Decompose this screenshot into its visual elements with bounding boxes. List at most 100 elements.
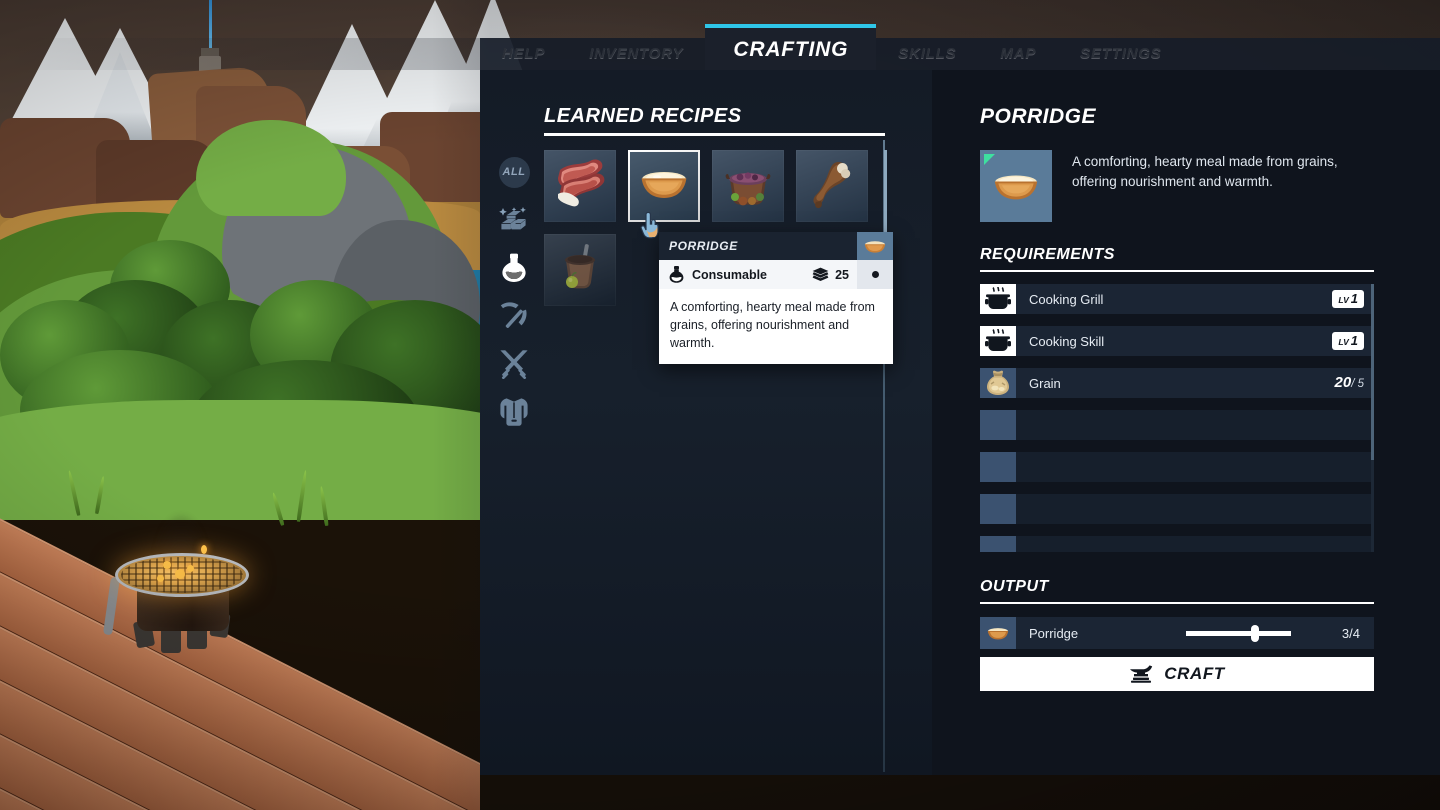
tab-inventory[interactable]: INVENTORY (567, 38, 705, 70)
requirement-value: LV 1 (1332, 332, 1374, 350)
tab-skills[interactable]: SKILLS (876, 38, 978, 70)
all-badge-icon: ALL (498, 156, 530, 188)
output-quantity-label: 3/4 (1341, 625, 1360, 641)
porridge-bowl-icon (636, 167, 692, 206)
requirement-icon-empty (980, 452, 1016, 482)
learned-recipes-rule (544, 133, 885, 136)
level-value: 1 (1350, 333, 1358, 348)
requirement-row (980, 410, 1374, 440)
category-pickaxe[interactable] (496, 292, 532, 340)
cooking-pot-icon (980, 284, 1016, 314)
tooltip-thumbnail (857, 232, 893, 260)
amount-have: 20 (1334, 374, 1352, 391)
bacon-icon (552, 158, 608, 215)
recipe-slot[interactable] (712, 150, 784, 222)
requirement-row (980, 452, 1374, 482)
requirement-row: Cooking Skill LV 1 (980, 326, 1374, 356)
requirement-icon-empty (980, 494, 1016, 524)
porridge-bowl-icon (987, 628, 1009, 640)
porridge-bowl-icon (994, 175, 1038, 200)
tab-map[interactable]: MAP (978, 38, 1058, 70)
category-potion-flask[interactable] (496, 244, 532, 292)
tab-label: CRAFTING (733, 38, 849, 61)
requirement-icon-empty (980, 536, 1016, 552)
main-menu-tabbar: HELP INVENTORY CRAFTING SKILLS MAP SETTINGS (0, 24, 1440, 70)
flask-icon (669, 266, 684, 283)
armor-chest-icon (499, 397, 529, 427)
mortar-pestle-icon (556, 242, 604, 299)
porridge-bowl-icon (864, 241, 886, 253)
tooltip-rarity-cell (857, 260, 893, 289)
detail-item-icon (980, 150, 1052, 222)
detail-header: A comforting, hearty meal made from grai… (980, 150, 1380, 222)
category-all-badge[interactable]: ALL (496, 148, 532, 196)
tooltip-header: PORRIDGE (659, 232, 893, 260)
craft-button[interactable]: CRAFT (980, 657, 1374, 691)
anvil-icon (1130, 665, 1153, 683)
stack-layers-icon (812, 267, 829, 281)
ingots-materials-icon (499, 207, 529, 233)
tooltip-stack-size: 25 (835, 267, 849, 282)
tab-label: HELP (502, 45, 546, 62)
requirement-row (980, 494, 1374, 524)
recipe-slot[interactable] (796, 150, 868, 222)
tooltip-title: PORRIDGE (669, 239, 738, 253)
tabbar-left-fade (0, 38, 480, 70)
requirement-row (980, 536, 1374, 552)
requirement-name: Grain (1029, 375, 1061, 391)
tab-label: INVENTORY (589, 45, 684, 62)
tab-label: MAP (1000, 45, 1037, 62)
level-prefix: LV (1338, 337, 1349, 347)
slider-handle[interactable] (1251, 625, 1259, 642)
amount: 20/ 5 (1335, 374, 1364, 392)
recipe-grid-scrollbar[interactable] (884, 150, 887, 240)
cooking-pot-icon (980, 326, 1016, 356)
output-row: Porridge 3/4 (980, 617, 1374, 649)
level-value: 1 (1350, 291, 1358, 306)
tab-help[interactable]: HELP (480, 38, 567, 70)
pointing-hand-cursor (640, 211, 662, 245)
tab-settings[interactable]: SETTINGS (1058, 38, 1183, 70)
detail-description: A comforting, hearty meal made from grai… (1072, 154, 1338, 189)
output-title: OUTPUT (980, 578, 1049, 595)
recipe-tooltip: PORRIDGE Consumable 25 A comforting, hea… (659, 232, 893, 365)
requirement-value: LV 1 (1332, 290, 1374, 308)
tab-list: HELP INVENTORY CRAFTING SKILLS MAP SETTINGS (480, 10, 1440, 70)
category-armor-chest[interactable] (496, 388, 532, 436)
category-rail: ALL (496, 148, 532, 436)
category-ingots-materials[interactable] (496, 196, 532, 244)
berry-stew-icon (721, 161, 775, 212)
output-item-name: Porridge (1029, 625, 1079, 641)
requirements-scrollbar-thumb[interactable] (1371, 284, 1374, 460)
recipe-slot[interactable] (544, 234, 616, 306)
requirement-name: Cooking Skill (1029, 333, 1105, 349)
output-quantity-slider[interactable] (1186, 617, 1291, 649)
output-item-icon (980, 617, 1016, 649)
tooltip-description: A comforting, hearty meal made from grai… (659, 289, 893, 365)
requirements-title: REQUIREMENTS (980, 246, 1115, 263)
requirement-row: Cooking Grill LV 1 (980, 284, 1374, 314)
output-rule (980, 602, 1374, 604)
new-item-marker-icon (984, 154, 995, 165)
requirement-icon-empty (980, 410, 1016, 440)
detail-title: PORRIDGE (980, 105, 1097, 128)
requirement-name: Cooking Grill (1029, 291, 1104, 307)
tooltip-meta-row: Consumable 25 (659, 260, 893, 289)
recipe-slot[interactable] (544, 150, 616, 222)
crossed-swords-icon (499, 349, 529, 379)
level-chip: LV 1 (1332, 332, 1364, 350)
requirement-row: Grain 20/ 5 (980, 368, 1374, 398)
tooltip-stack: 25 (812, 267, 849, 282)
grain-sack-icon (980, 368, 1016, 398)
category-crossed-swords[interactable] (496, 340, 532, 388)
requirements-rule (980, 270, 1374, 272)
level-prefix: LV (1338, 295, 1349, 305)
amount-need: / 5 (1351, 378, 1364, 390)
level-chip: LV 1 (1332, 290, 1364, 308)
tab-label: SKILLS (898, 45, 957, 62)
tab-label: SETTINGS (1080, 45, 1162, 62)
tab-crafting[interactable]: CRAFTING (705, 24, 877, 70)
pickaxe-icon (499, 301, 529, 331)
meat-leg-icon (812, 156, 852, 217)
recipe-slot[interactable] (628, 150, 700, 222)
